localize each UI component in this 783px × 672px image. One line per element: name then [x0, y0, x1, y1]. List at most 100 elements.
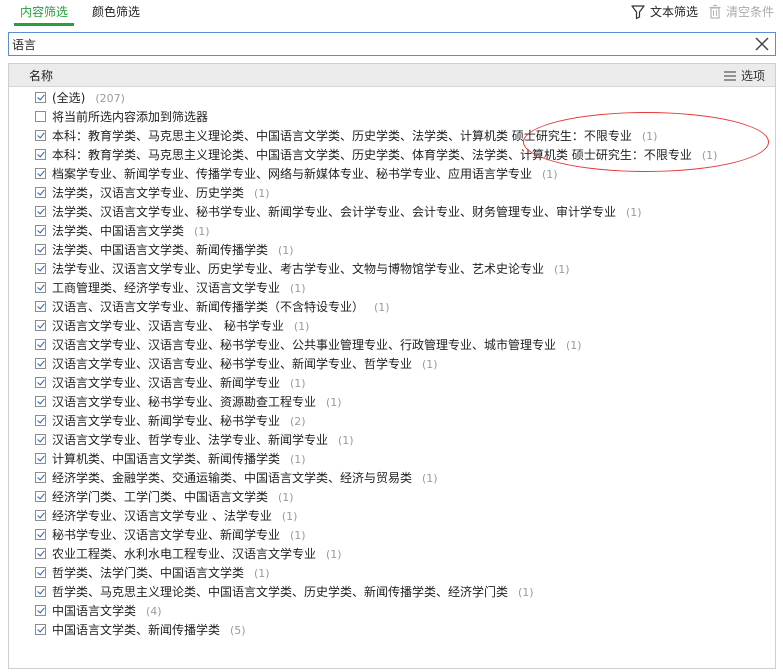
item-text: 汉语言文学专业、秘书学专业、资源勘查工程专业	[52, 395, 317, 409]
item-checkbox[interactable]	[35, 130, 46, 141]
item-checkbox[interactable]	[35, 282, 46, 293]
item-text: (全选)	[52, 91, 86, 105]
item-checkbox[interactable]	[35, 529, 46, 540]
item-label: 汉语言文学专业、汉语言专业、秘书学专业、公共事业管理专业、行政管理专业、城市管理…	[52, 336, 582, 355]
item-label: 工商管理类、经济学专业、汉语言文学专业 (1)	[52, 279, 306, 298]
item-label: 计算机类、中国语言文学类、新闻传播学类 (1)	[52, 450, 306, 469]
filter-value-list[interactable]: 名称 选项 (全选) (207) 将当前所选内容添加到筛选器 本科：教育学类、马克思主…	[8, 63, 776, 669]
text-filter-button[interactable]: 文本筛选	[630, 3, 698, 21]
text-filter-label: 文本筛选	[650, 5, 699, 19]
item-count: (1)	[374, 301, 390, 314]
item-count: (1)	[554, 263, 570, 276]
item-checkbox[interactable]	[35, 472, 46, 483]
item-checkbox[interactable]	[35, 92, 46, 103]
item-label: 经济学门类、工学门类、中国语言文学类 (1)	[52, 488, 294, 507]
item-checkbox[interactable]	[35, 415, 46, 426]
item-label: (全选) (207)	[52, 89, 125, 108]
item-text: 哲学类、马克思主义理论类、中国语言文学类、历史学类、新闻传播学类、经济学门类	[52, 585, 509, 599]
item-checkbox[interactable]	[35, 605, 46, 616]
tab-content-filter[interactable]: 内容筛选	[13, 3, 75, 26]
item-text: 汉语言文学专业、汉语言专业、新闻学专业	[52, 376, 281, 390]
item-count: (1)	[326, 548, 342, 561]
item-text: 经济学门类、工学门类、中国语言文学类	[52, 490, 269, 504]
item-checkbox[interactable]	[35, 434, 46, 445]
item-label: 汉语言文学专业、汉语言专业、秘书学专业、新闻学专业、哲学专业 (1)	[52, 355, 438, 374]
item-checkbox[interactable]	[35, 358, 46, 369]
clear-conditions-label: 清空条件	[726, 5, 775, 19]
item-label: 汉语言文学专业、汉语言专业、新闻学专业 (1)	[52, 374, 306, 393]
item-text: 农业工程类、水利水电工程专业、汉语言文学专业	[52, 547, 317, 561]
item-count: (1)	[278, 244, 294, 257]
item-checkbox[interactable]	[35, 225, 46, 236]
options-label: 选项	[740, 69, 765, 83]
tab-color-filter[interactable]: 颜色筛选	[92, 3, 140, 23]
item-count: (1)	[281, 510, 298, 523]
item-checkbox[interactable]	[35, 339, 46, 350]
item-checkbox[interactable]	[35, 301, 46, 312]
search-box	[8, 32, 776, 56]
item-checkbox[interactable]	[35, 586, 46, 597]
item-label: 法学类，汉语言文学专业、历史学类 (1)	[52, 184, 270, 203]
item-text: 法学类、中国语言文学类、新闻传播学类	[52, 243, 269, 257]
item-count: (1)	[278, 491, 294, 504]
item-count: (1)	[641, 130, 658, 143]
item-count: (1)	[422, 472, 438, 485]
item-checkbox[interactable]	[35, 567, 46, 578]
item-checkbox[interactable]	[35, 377, 46, 388]
item-text: 工商管理类、经济学专业、汉语言文学专业	[52, 281, 281, 295]
filter-toolbar: 内容筛选 颜色筛选 文本筛选 清空条件	[0, 0, 783, 26]
item-count: (1)	[290, 453, 306, 466]
clear-conditions-button[interactable]: 清空条件	[708, 3, 774, 21]
item-checkbox[interactable]	[35, 396, 46, 407]
name-column-header: 名称	[29, 69, 54, 83]
item-text: 法学类、中国语言文学类	[52, 224, 185, 238]
item-label: 法学类、中国语言文学类、新闻传播学类 (1)	[52, 241, 294, 260]
item-checkbox[interactable]	[35, 491, 46, 502]
item-checkbox[interactable]	[35, 510, 46, 521]
item-text: 秘书学专业、汉语言文学专业、新闻学专业	[52, 528, 281, 542]
item-text: 法学类，汉语言文学专业、历史学类	[52, 186, 245, 200]
item-text: 汉语言、汉语言文学专业、新闻传播学类（不含特设专业）	[52, 300, 365, 314]
item-text: 经济学类、金融学类、交通运输类、中国语言文学类、经济与贸易类	[52, 471, 413, 485]
item-text: 计算机类、中国语言文学类、新闻传播学类	[52, 452, 281, 466]
item-label: 档案学专业、新闻学专业、传播学专业、网络与新媒体专业、秘书学专业、应用语言学专业…	[52, 165, 558, 184]
item-text: 中国语言文学类	[52, 604, 137, 618]
item-count: (1)	[194, 225, 210, 238]
item-text: 中国语言文学类、新闻传播学类	[52, 623, 221, 637]
item-text: 汉语言文学专业、汉语言专业、 秘书学专业	[52, 319, 284, 333]
item-label: 中国语言文学类、新闻传播学类 (5)	[52, 621, 246, 640]
item-count: (1)	[626, 206, 642, 219]
item-checkbox[interactable]	[35, 263, 46, 274]
item-text: 档案学专业、新闻学专业、传播学专业、网络与新媒体专业、秘书学专业、应用语言学专业	[52, 167, 533, 181]
item-count: (4)	[146, 605, 162, 618]
item-checkbox[interactable]	[35, 320, 46, 331]
item-label: 将当前所选内容添加到筛选器	[52, 108, 218, 127]
item-checkbox[interactable]	[35, 206, 46, 217]
item-count: (1)	[290, 282, 306, 295]
item-count: (1)	[293, 320, 310, 333]
item-checkbox[interactable]	[35, 111, 46, 122]
item-label: 经济学专业、汉语言文学专业 、法学专业 (1)	[52, 507, 297, 526]
list-header: 名称 选项	[9, 64, 775, 87]
close-icon[interactable]	[753, 35, 771, 53]
item-count: (1)	[542, 168, 558, 181]
item-checkbox[interactable]	[35, 244, 46, 255]
list-options-icon	[723, 70, 736, 81]
item-label: 汉语言文学专业、秘书学专业、资源勘查工程专业 (1)	[52, 393, 342, 412]
item-label: 哲学类、马克思主义理论类、中国语言文学类、历史学类、新闻传播学类、经济学门类 (1…	[52, 583, 534, 602]
item-text: 哲学类、法学门类、中国语言文学类	[52, 566, 245, 580]
item-checkbox[interactable]	[35, 624, 46, 635]
item-label: 汉语言文学专业、哲学专业、法学专业、新闻学专业 (1)	[52, 431, 354, 450]
item-count: (1)	[326, 396, 342, 409]
item-checkbox[interactable]	[35, 187, 46, 198]
funnel-icon	[631, 5, 645, 20]
options-button[interactable]: 选项	[723, 67, 765, 84]
item-checkbox[interactable]	[35, 149, 46, 160]
item-checkbox[interactable]	[35, 168, 46, 179]
search-input[interactable]	[12, 35, 742, 53]
item-checkbox[interactable]	[35, 453, 46, 464]
item-checkbox[interactable]	[35, 548, 46, 559]
item-label: 农业工程类、水利水电工程专业、汉语言文学专业 (1)	[52, 545, 342, 564]
item-text: 汉语言文学专业、新闻学专业、秘书学专业	[52, 414, 281, 428]
trash-icon	[709, 4, 721, 19]
